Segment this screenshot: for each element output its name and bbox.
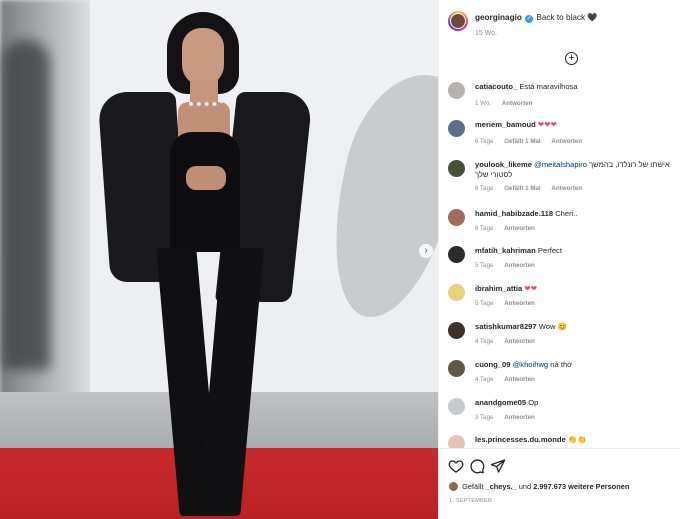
comment-item: mfatih_kahriman Perfect 5 Tage Antworten xyxy=(439,242,680,280)
comment-time[interactable]: 6 Tage xyxy=(475,225,493,232)
comment-time[interactable]: 5 Tage xyxy=(475,300,493,307)
comment-text: ❤❤ xyxy=(524,284,538,293)
comment-avatar[interactable] xyxy=(448,246,465,263)
comment-text: Op xyxy=(528,398,539,407)
comment-username[interactable]: anandgome05 xyxy=(475,398,526,407)
post-date[interactable]: 1. SEPTEMBER xyxy=(449,498,492,504)
caption-text: Back to black xyxy=(536,13,586,22)
comment-item: catiacouto_ Está maravilhosa 1 Wo. Antwo… xyxy=(439,78,680,116)
comment-text: ná thở xyxy=(550,360,573,369)
liker-avatar xyxy=(449,482,458,491)
comment-username[interactable]: catiacouto_ xyxy=(475,82,517,91)
comment-item: ibrahim_attia ❤❤ 5 Tage Antworten xyxy=(439,280,680,318)
reply-button[interactable]: Antworten xyxy=(504,300,535,307)
author-username[interactable]: georginagio xyxy=(475,13,522,22)
comment-likes[interactable]: Gefällt 1 Mal xyxy=(504,138,540,145)
comment-item: satishkumar8297 Wow 😊 4 Tage Antworten xyxy=(439,318,680,356)
comment-username[interactable]: mfatih_kahriman xyxy=(475,246,536,255)
comment-item: cuong_09 @khoihwg ná thở 4 Tage Antworte… xyxy=(439,356,680,394)
author-avatar[interactable] xyxy=(448,11,468,31)
comment-icon[interactable] xyxy=(469,458,485,474)
comment-username[interactable]: satishkumar8297 xyxy=(475,322,537,331)
reply-button[interactable]: Antworten xyxy=(551,138,582,145)
post-time[interactable]: 15 Wo. xyxy=(475,30,497,37)
likes-count[interactable]: 2.997.673 weitere Personen xyxy=(533,482,629,491)
post-actions: Gefällt _cheys._ und 2.997.673 weitere P… xyxy=(439,448,680,519)
comment-avatar[interactable] xyxy=(448,120,465,137)
post-photo[interactable]: › xyxy=(0,0,438,519)
reply-button[interactable]: Antworten xyxy=(504,376,535,383)
comment-time[interactable]: 4 Tage xyxy=(475,338,493,345)
comment-mention[interactable]: @meitalshapiro xyxy=(534,160,587,169)
comment-avatar[interactable] xyxy=(448,160,465,177)
comment-username[interactable]: hamid_habibzade.118 xyxy=(475,209,553,218)
comment-avatar[interactable] xyxy=(448,398,465,415)
comment-text: Cheri.. xyxy=(555,209,578,218)
comment-username[interactable]: youlook_likeme xyxy=(475,160,532,169)
comment-time[interactable]: 1 Wo. xyxy=(475,100,491,107)
comment-item: youlook_likeme @meitalshapiro אישתו של ר… xyxy=(439,156,680,200)
comment-avatar[interactable] xyxy=(448,209,465,226)
reply-button[interactable]: Antworten xyxy=(504,338,535,345)
post-header: georginagio ✓ Back to black 🖤 15 Wo. + xyxy=(439,0,680,76)
post-caption: georginagio ✓ Back to black 🖤 xyxy=(475,13,598,23)
comment-text: ❤❤❤ xyxy=(537,120,557,129)
reply-button[interactable]: Antworten xyxy=(502,100,533,107)
comment-time[interactable]: 5 Tage xyxy=(475,262,493,269)
comment-avatar[interactable] xyxy=(448,322,465,339)
next-photo-button[interactable]: › xyxy=(419,244,433,258)
comment-text: Está maravilhosa xyxy=(519,82,578,91)
comment-avatar[interactable] xyxy=(448,82,465,99)
comment-username[interactable]: ibrahim_attia xyxy=(475,284,522,293)
comment-time[interactable]: 3 Tage xyxy=(475,414,493,421)
comment-avatar[interactable] xyxy=(448,435,465,448)
comment-mention[interactable]: @khoihwg xyxy=(513,360,549,369)
comment-text: Wow 😊 xyxy=(538,322,568,331)
comment-item: hamid_habibzade.118 Cheri.. 6 Tage Antwo… xyxy=(439,205,680,243)
comment-text: Perfect xyxy=(537,246,562,255)
heart-icon[interactable] xyxy=(448,458,464,474)
comment-username[interactable]: cuong_09 xyxy=(475,360,510,369)
comment-likes[interactable]: Gefällt 1 Mal xyxy=(504,185,540,192)
verified-badge-icon: ✓ xyxy=(525,15,534,23)
caption-emoji: 🖤 xyxy=(587,13,598,22)
comment-time[interactable]: 6 Tage xyxy=(475,138,493,145)
plus-circle-icon[interactable]: + xyxy=(565,52,578,65)
photo-background-figure xyxy=(2,40,50,370)
reply-button[interactable]: Antworten xyxy=(504,414,535,421)
likes-summary: Gefällt _cheys._ und 2.997.673 weitere P… xyxy=(449,482,629,491)
comment-username[interactable]: les.princesses.du.monde xyxy=(475,435,566,444)
comment-item: les.princesses.du.monde 👏👏 xyxy=(439,431,680,448)
comment-item: anandgome05 Op 3 Tage Antworten xyxy=(439,394,680,432)
comment-avatar[interactable] xyxy=(448,360,465,377)
comment-text: 👏👏 xyxy=(567,435,587,444)
reply-button[interactable]: Antworten xyxy=(504,262,535,269)
chevron-right-icon: › xyxy=(424,245,428,256)
send-icon[interactable] xyxy=(490,458,506,474)
comment-username[interactable]: meriem_bamoud xyxy=(475,120,536,129)
comment-list[interactable]: catiacouto_ Está maravilhosa 1 Wo. Antwo… xyxy=(439,76,680,448)
liker-username[interactable]: _cheys._ xyxy=(486,482,517,491)
post-side-panel: georginagio ✓ Back to black 🖤 15 Wo. + c… xyxy=(438,0,680,519)
comment-time[interactable]: 4 Tage xyxy=(475,376,493,383)
photo-person xyxy=(97,10,314,519)
comment-item: meriem_bamoud ❤❤❤ 6 Tage Gefällt 1 Mal A… xyxy=(439,116,680,154)
comment-avatar[interactable] xyxy=(448,284,465,301)
reply-button[interactable]: Antworten xyxy=(551,185,582,192)
comment-time[interactable]: 6 Tage xyxy=(475,185,493,192)
reply-button[interactable]: Antworten xyxy=(504,225,535,232)
